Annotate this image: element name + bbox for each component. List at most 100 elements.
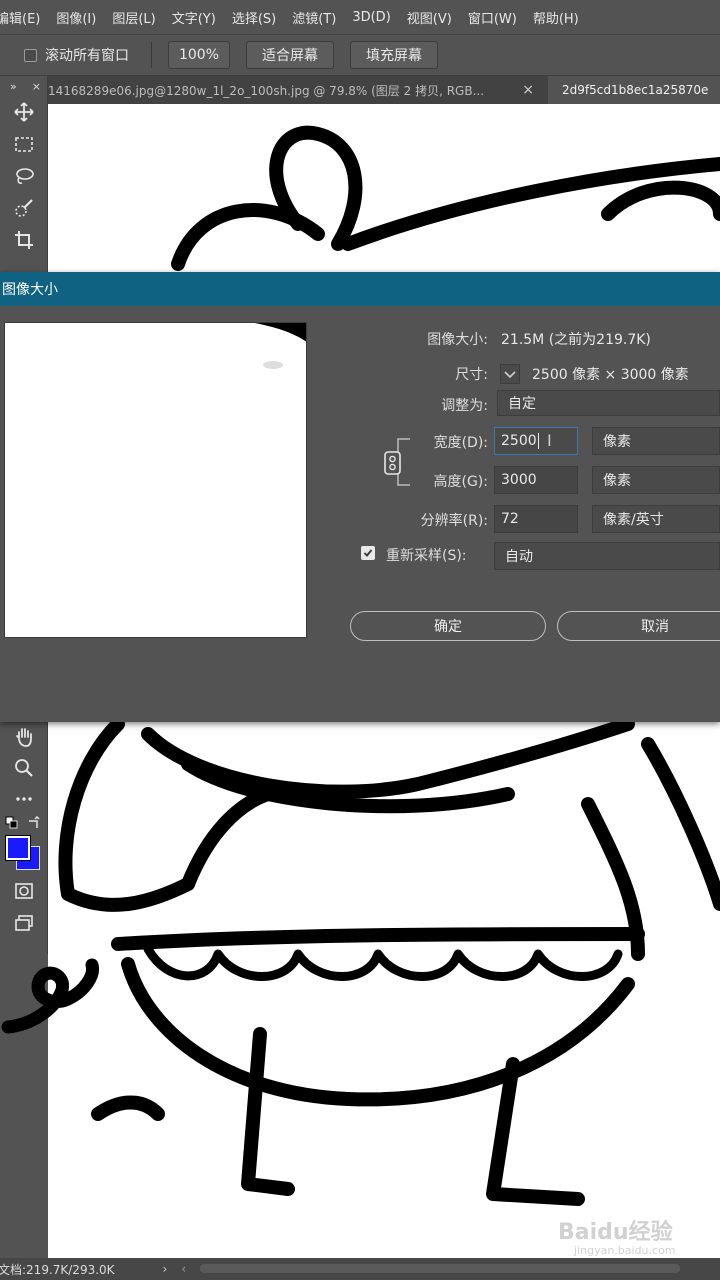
resolution-unit-select[interactable]: 像素/英寸 bbox=[592, 505, 720, 533]
crop-tool[interactable] bbox=[0, 224, 48, 256]
leg-right bbox=[486, 1057, 585, 1206]
width-label: 宽度(D): bbox=[433, 435, 488, 451]
arm-right bbox=[641, 737, 720, 911]
default-colors-icon[interactable] bbox=[5, 816, 19, 830]
baidu-watermark: Baidu经验 bbox=[558, 1220, 673, 1245]
height-input[interactable]: 3000 bbox=[494, 466, 578, 494]
dialog-title-bar[interactable]: 图像大小 bbox=[0, 272, 720, 306]
zoom-tool[interactable] bbox=[0, 752, 48, 784]
menu-image[interactable]: 图像(I) bbox=[48, 8, 104, 27]
move-icon bbox=[14, 102, 34, 122]
menu-help[interactable]: 帮助(H) bbox=[525, 8, 587, 27]
tail-stroke bbox=[1, 958, 99, 1034]
move-tool[interactable] bbox=[0, 96, 48, 128]
hand-tool[interactable] bbox=[0, 722, 48, 752]
height-value: 3000 bbox=[501, 472, 537, 488]
horizontal-scrollbar[interactable] bbox=[200, 1264, 680, 1273]
fit-to-value: 自定 bbox=[508, 396, 536, 412]
menu-bar: 编辑(E) 图像(I) 图层(L) 文字(Y) 选择(S) 滤镜(T) 3D(D… bbox=[0, 0, 720, 34]
foreground-color-swatch[interactable] bbox=[5, 835, 31, 861]
scroll-left-arrow-icon[interactable]: ‹ bbox=[181, 1262, 186, 1276]
scroll-all-checkbox[interactable] bbox=[24, 48, 37, 62]
fit-to-select[interactable]: 自定 bbox=[497, 390, 720, 416]
document-tab-1[interactable]: 14168289e06.jpg@1280w_1l_2o_100sh.jpg @ … bbox=[48, 76, 548, 104]
screen-mode-icon bbox=[15, 915, 33, 931]
tools-panel-lower bbox=[0, 722, 48, 954]
menu-view[interactable]: 视图(V) bbox=[399, 8, 460, 27]
leg-left bbox=[241, 1027, 295, 1196]
menu-edit[interactable]: 编辑(E) bbox=[0, 8, 48, 27]
swap-colors-icon[interactable] bbox=[27, 816, 41, 830]
height-label: 高度(G): bbox=[433, 474, 489, 490]
screen-mode-tool[interactable] bbox=[0, 908, 48, 938]
lasso-tool[interactable] bbox=[0, 160, 48, 192]
marquee-icon bbox=[15, 137, 33, 152]
tools-panel-header: » × bbox=[0, 76, 47, 96]
status-menu-arrow-icon[interactable]: › bbox=[163, 1262, 168, 1276]
tab-1-label: 14168289e06.jpg@1280w_1l_2o_100sh.jpg @ … bbox=[48, 83, 485, 98]
foot-left bbox=[91, 1095, 165, 1121]
image-size-label: 图像大小: bbox=[427, 332, 488, 348]
tab-close-icon[interactable]: × bbox=[522, 82, 534, 98]
expand-panel-icon[interactable]: » bbox=[10, 80, 17, 93]
image-size-value: 21.5M (之前为219.7K) bbox=[501, 332, 651, 348]
options-bar: 滚动所有窗口 100% 适合屏幕 填充屏幕 bbox=[0, 34, 720, 76]
close-panel-icon[interactable]: × bbox=[32, 80, 41, 93]
dimensions-chevron-icon[interactable] bbox=[500, 364, 520, 384]
more-icon bbox=[16, 797, 32, 801]
quick-select-icon bbox=[15, 199, 33, 217]
snout-top-stroke bbox=[341, 157, 720, 251]
fit-screen-button[interactable]: 适合屏幕 bbox=[246, 41, 334, 69]
tools-panel: » × bbox=[0, 76, 48, 272]
scroll-all-windows-option[interactable]: 滚动所有窗口 bbox=[24, 45, 129, 65]
status-bar: 文档:219.7K/293.0K › ‹ bbox=[0, 1258, 720, 1280]
resample-checkbox[interactable] bbox=[361, 546, 375, 560]
width-unit: 像素 bbox=[603, 434, 631, 450]
head-stroke bbox=[171, 203, 325, 271]
text-caret bbox=[537, 433, 539, 449]
quick-select-tool[interactable] bbox=[0, 192, 48, 224]
resolution-value: 72 bbox=[501, 511, 519, 527]
resolution-input[interactable]: 72 bbox=[494, 505, 578, 533]
constrain-proportions-icon[interactable] bbox=[380, 435, 412, 489]
width-unit-select[interactable]: 像素 bbox=[592, 427, 720, 455]
tab-2-label: 2d9f5cd1b8ec1a25870e bbox=[562, 83, 709, 97]
ibeam-cursor-icon: I bbox=[547, 431, 552, 450]
dimensions-label: 尺寸: bbox=[455, 367, 488, 383]
menu-window[interactable]: 窗口(W) bbox=[460, 8, 525, 27]
resolution-label: 分辨率(R): bbox=[420, 513, 488, 529]
resolution-unit: 像素/英寸 bbox=[603, 512, 664, 528]
marquee-tool[interactable] bbox=[0, 128, 48, 160]
resample-label: 重新采样(S): bbox=[386, 548, 467, 564]
menu-select[interactable]: 选择(S) bbox=[224, 8, 284, 27]
menu-type[interactable]: 文字(Y) bbox=[164, 8, 224, 27]
width-value: 2500 bbox=[501, 433, 537, 449]
lasso-icon bbox=[16, 168, 34, 184]
menu-layer[interactable]: 图层(L) bbox=[104, 8, 163, 27]
image-preview[interactable] bbox=[4, 322, 307, 638]
document-tab-bar: 14168289e06.jpg@1280w_1l_2o_100sh.jpg @ … bbox=[48, 76, 720, 104]
more-tools[interactable] bbox=[0, 784, 48, 814]
zoom-100-button[interactable]: 100% bbox=[168, 41, 230, 69]
menu-3d[interactable]: 3D(D) bbox=[344, 10, 398, 25]
height-unit: 像素 bbox=[603, 473, 631, 489]
belly-curve bbox=[121, 957, 635, 1107]
cancel-button[interactable]: 取消 bbox=[557, 611, 720, 641]
ok-button[interactable]: 确定 bbox=[350, 611, 546, 641]
resample-select[interactable]: 自动 bbox=[494, 542, 720, 570]
preview-art bbox=[255, 323, 306, 369]
dimensions-value: 2500 像素 × 3000 像素 bbox=[532, 367, 689, 383]
document-tab-2[interactable]: 2d9f5cd1b8ec1a25870e bbox=[548, 76, 720, 104]
photoshop-window: 编辑(E) 图像(I) 图层(L) 文字(Y) 选择(S) 滤镜(T) 3D(D… bbox=[0, 0, 720, 1280]
menu-filter[interactable]: 滤镜(T) bbox=[284, 8, 344, 27]
fill-screen-button[interactable]: 填充屏幕 bbox=[350, 41, 438, 69]
dialog-title: 图像大小 bbox=[2, 282, 58, 298]
options-divider bbox=[151, 42, 152, 68]
dress-hem bbox=[111, 927, 645, 951]
document-size-info: 文档:219.7K/293.0K bbox=[0, 1262, 115, 1277]
dress-left bbox=[181, 787, 275, 891]
quick-mask-tool[interactable] bbox=[0, 874, 48, 908]
snout-stroke bbox=[601, 180, 720, 221]
width-input[interactable]: 2500 I bbox=[494, 427, 578, 455]
height-unit-select[interactable]: 像素 bbox=[592, 466, 720, 494]
